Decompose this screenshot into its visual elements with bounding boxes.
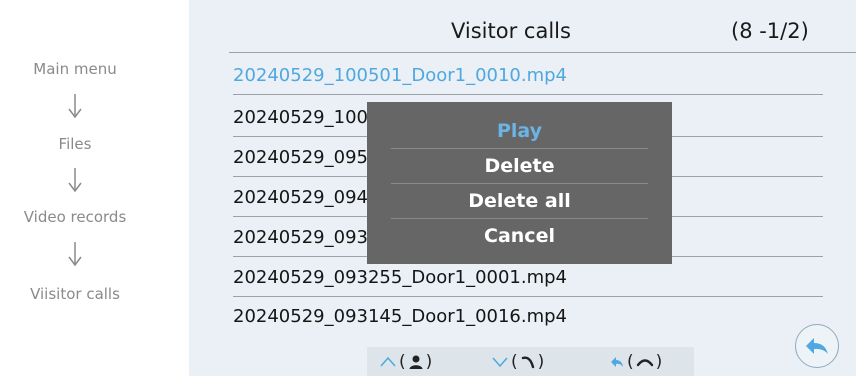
back-arrow-icon[interactable] (609, 355, 625, 369)
file-name: 20240529_093145_Door1_0016.mp4 (233, 306, 568, 327)
file-row[interactable]: 20240529_100501_Door1_0010.mp4 (233, 57, 823, 95)
file-name: 20240529_093255_Door1_0001.mp4 (233, 267, 568, 288)
nav-up-group[interactable]: ( ) (379, 350, 432, 374)
menu-item-delete[interactable]: Delete (391, 149, 648, 184)
person-icon[interactable] (408, 354, 424, 370)
flow-step-main-menu: Main menu (33, 60, 117, 78)
return-arrow-icon (805, 337, 828, 354)
menu-item-cancel[interactable]: Cancel (391, 219, 648, 254)
chevron-up-icon[interactable] (379, 355, 397, 369)
menu-item-delete-all[interactable]: Delete all (391, 184, 648, 219)
nav-down-group[interactable]: ( ) (491, 350, 544, 374)
down-arrow-icon (68, 168, 82, 193)
file-name: 20240529_094 (233, 187, 368, 208)
file-action-menu: Play Delete Delete all Cancel (367, 102, 672, 264)
bottom-nav-bar: ( ) ( ) ( ) (367, 347, 694, 376)
chevron-down-icon[interactable] (491, 355, 509, 369)
file-name: 20240529_100 (233, 107, 368, 128)
header-divider (229, 52, 856, 53)
navigation-flow: Main menu Files Video records Viisitor c… (0, 0, 150, 376)
file-row[interactable]: 20240529_093145_Door1_0016.mp4 (233, 298, 823, 336)
row-divider (233, 94, 823, 95)
file-name: 20240529_095 (233, 147, 368, 168)
file-name: 20240529_093 (233, 227, 368, 248)
back-button[interactable] (795, 324, 839, 368)
hangup-icon[interactable] (636, 354, 654, 370)
row-divider (233, 296, 823, 297)
page-indicator: (8 -1/2) (731, 19, 809, 43)
flow-step-files: Files (58, 135, 92, 153)
file-name: 20240529_100501_Door1_0010.mp4 (233, 65, 568, 86)
file-row[interactable]: 20240529_093255_Door1_0001.mp4 (233, 259, 823, 297)
answer-call-icon[interactable] (520, 354, 536, 370)
flow-step-visitor-calls: Viisitor calls (30, 285, 120, 303)
down-arrow-icon (68, 94, 82, 119)
flow-step-video-records: Video records (23, 208, 127, 226)
nav-back-group[interactable]: ( ) (609, 350, 662, 374)
menu-item-play[interactable]: Play (391, 114, 648, 149)
down-arrow-icon (68, 242, 82, 267)
page-title: Visitor calls (451, 19, 571, 43)
